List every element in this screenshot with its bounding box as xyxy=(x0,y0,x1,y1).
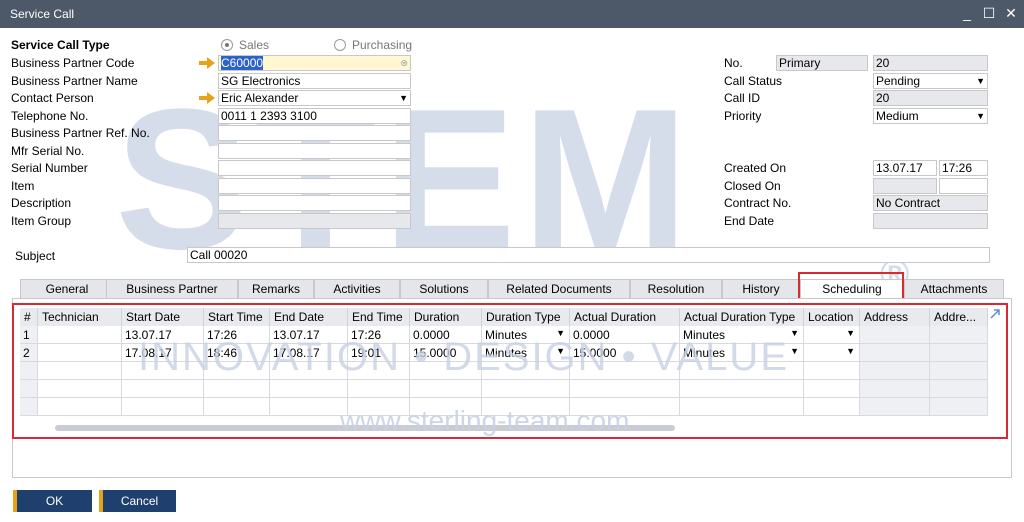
item-field[interactable] xyxy=(218,178,411,194)
bp-ref-field[interactable] xyxy=(218,125,411,141)
tab-resolution[interactable]: Resolution xyxy=(630,279,722,299)
ok-button[interactable]: OK xyxy=(13,490,92,512)
tab-related-documents[interactable]: Related Documents xyxy=(488,279,630,299)
created-time-field[interactable]: 17:26 xyxy=(939,160,988,176)
link-arrow-icon[interactable] xyxy=(199,92,215,104)
chevron-down-icon[interactable]: ▼ xyxy=(399,91,408,105)
description-label: Description xyxy=(11,196,72,210)
mfr-serial-label: Mfr Serial No. xyxy=(11,144,85,158)
call-id-label: Call ID xyxy=(724,91,761,105)
end-date-label: End Date xyxy=(724,214,775,228)
choose-from-list-icon[interactable]: ⊜ xyxy=(400,56,408,70)
closed-time-field[interactable] xyxy=(939,178,988,194)
item-label: Item xyxy=(11,179,35,193)
contact-person-select[interactable]: Eric Alexander ▼ xyxy=(218,90,411,106)
tab-attachments[interactable]: Attachments xyxy=(904,279,1004,299)
mfr-serial-field[interactable] xyxy=(218,143,411,159)
chevron-down-icon[interactable]: ▼ xyxy=(976,109,985,123)
link-arrow-icon[interactable] xyxy=(199,57,215,69)
tab-remarks[interactable]: Remarks xyxy=(238,279,314,299)
bp-code-field[interactable]: C60000 ⊜ xyxy=(218,55,411,71)
expand-icon[interactable] xyxy=(989,308,1001,320)
contact-person-label: Contact Person xyxy=(11,91,94,105)
call-id-field: 20 xyxy=(873,90,988,106)
scheduling-grid-highlight xyxy=(12,303,1008,439)
call-status-label: Call Status xyxy=(724,74,783,88)
call-status-select[interactable]: Pending ▼ xyxy=(873,73,988,89)
tab-business-partner[interactable]: Business Partner xyxy=(106,279,238,299)
sales-radio[interactable] xyxy=(221,39,233,51)
end-date-field xyxy=(873,213,988,229)
subject-field[interactable]: Call 00020 xyxy=(187,247,990,263)
sales-radio-label: Sales xyxy=(239,38,270,52)
tab-history[interactable]: History xyxy=(722,279,800,299)
telephone-label: Telephone No. xyxy=(11,109,89,123)
contract-no-field: No Contract xyxy=(873,195,988,211)
priority-label: Priority xyxy=(724,109,762,123)
cancel-button[interactable]: Cancel xyxy=(99,490,176,512)
created-date-field[interactable]: 13.07.17 xyxy=(873,160,937,176)
purchasing-radio-label: Purchasing xyxy=(352,38,413,52)
serial-number-field[interactable] xyxy=(218,160,411,176)
maximize-icon[interactable]: ☐ xyxy=(980,4,998,22)
contract-no-label: Contract No. xyxy=(724,196,792,210)
bp-name-label: Business Partner Name xyxy=(11,74,138,88)
close-icon[interactable]: ✕ xyxy=(1002,4,1020,22)
bp-ref-label: Business Partner Ref. No. xyxy=(11,126,150,140)
chevron-down-icon[interactable]: ▼ xyxy=(976,74,985,88)
tab-general[interactable]: General xyxy=(20,279,114,299)
window-title: Service Call xyxy=(10,7,75,21)
subject-label: Subject xyxy=(15,249,56,263)
bp-name-field[interactable]: SG Electronics xyxy=(218,73,411,89)
priority-select[interactable]: Medium ▼ xyxy=(873,108,988,124)
scheduling-tab-highlight xyxy=(798,272,904,300)
window-titlebar: Service Call _ ☐ ✕ xyxy=(0,0,1024,28)
item-group-label: Item Group xyxy=(11,214,72,228)
minimize-icon[interactable]: _ xyxy=(958,4,976,22)
number-series-select[interactable]: Primary xyxy=(776,55,868,71)
bp-code-label: Business Partner Code xyxy=(11,56,135,70)
serial-number-label: Serial Number xyxy=(11,161,88,175)
tab-solutions[interactable]: Solutions xyxy=(400,279,488,299)
created-on-label: Created On xyxy=(724,161,787,175)
telephone-field[interactable]: 0011 1 2393 3100 xyxy=(218,108,411,124)
item-group-field xyxy=(218,213,411,229)
description-field[interactable] xyxy=(218,195,411,211)
service-call-type-label: Service Call Type xyxy=(11,38,110,52)
closed-on-label: Closed On xyxy=(724,179,781,193)
tab-activities[interactable]: Activities xyxy=(314,279,400,299)
number-field: 20 xyxy=(873,55,988,71)
closed-date-field xyxy=(873,178,937,194)
purchasing-radio[interactable] xyxy=(334,39,346,51)
number-label: No. xyxy=(724,56,743,70)
